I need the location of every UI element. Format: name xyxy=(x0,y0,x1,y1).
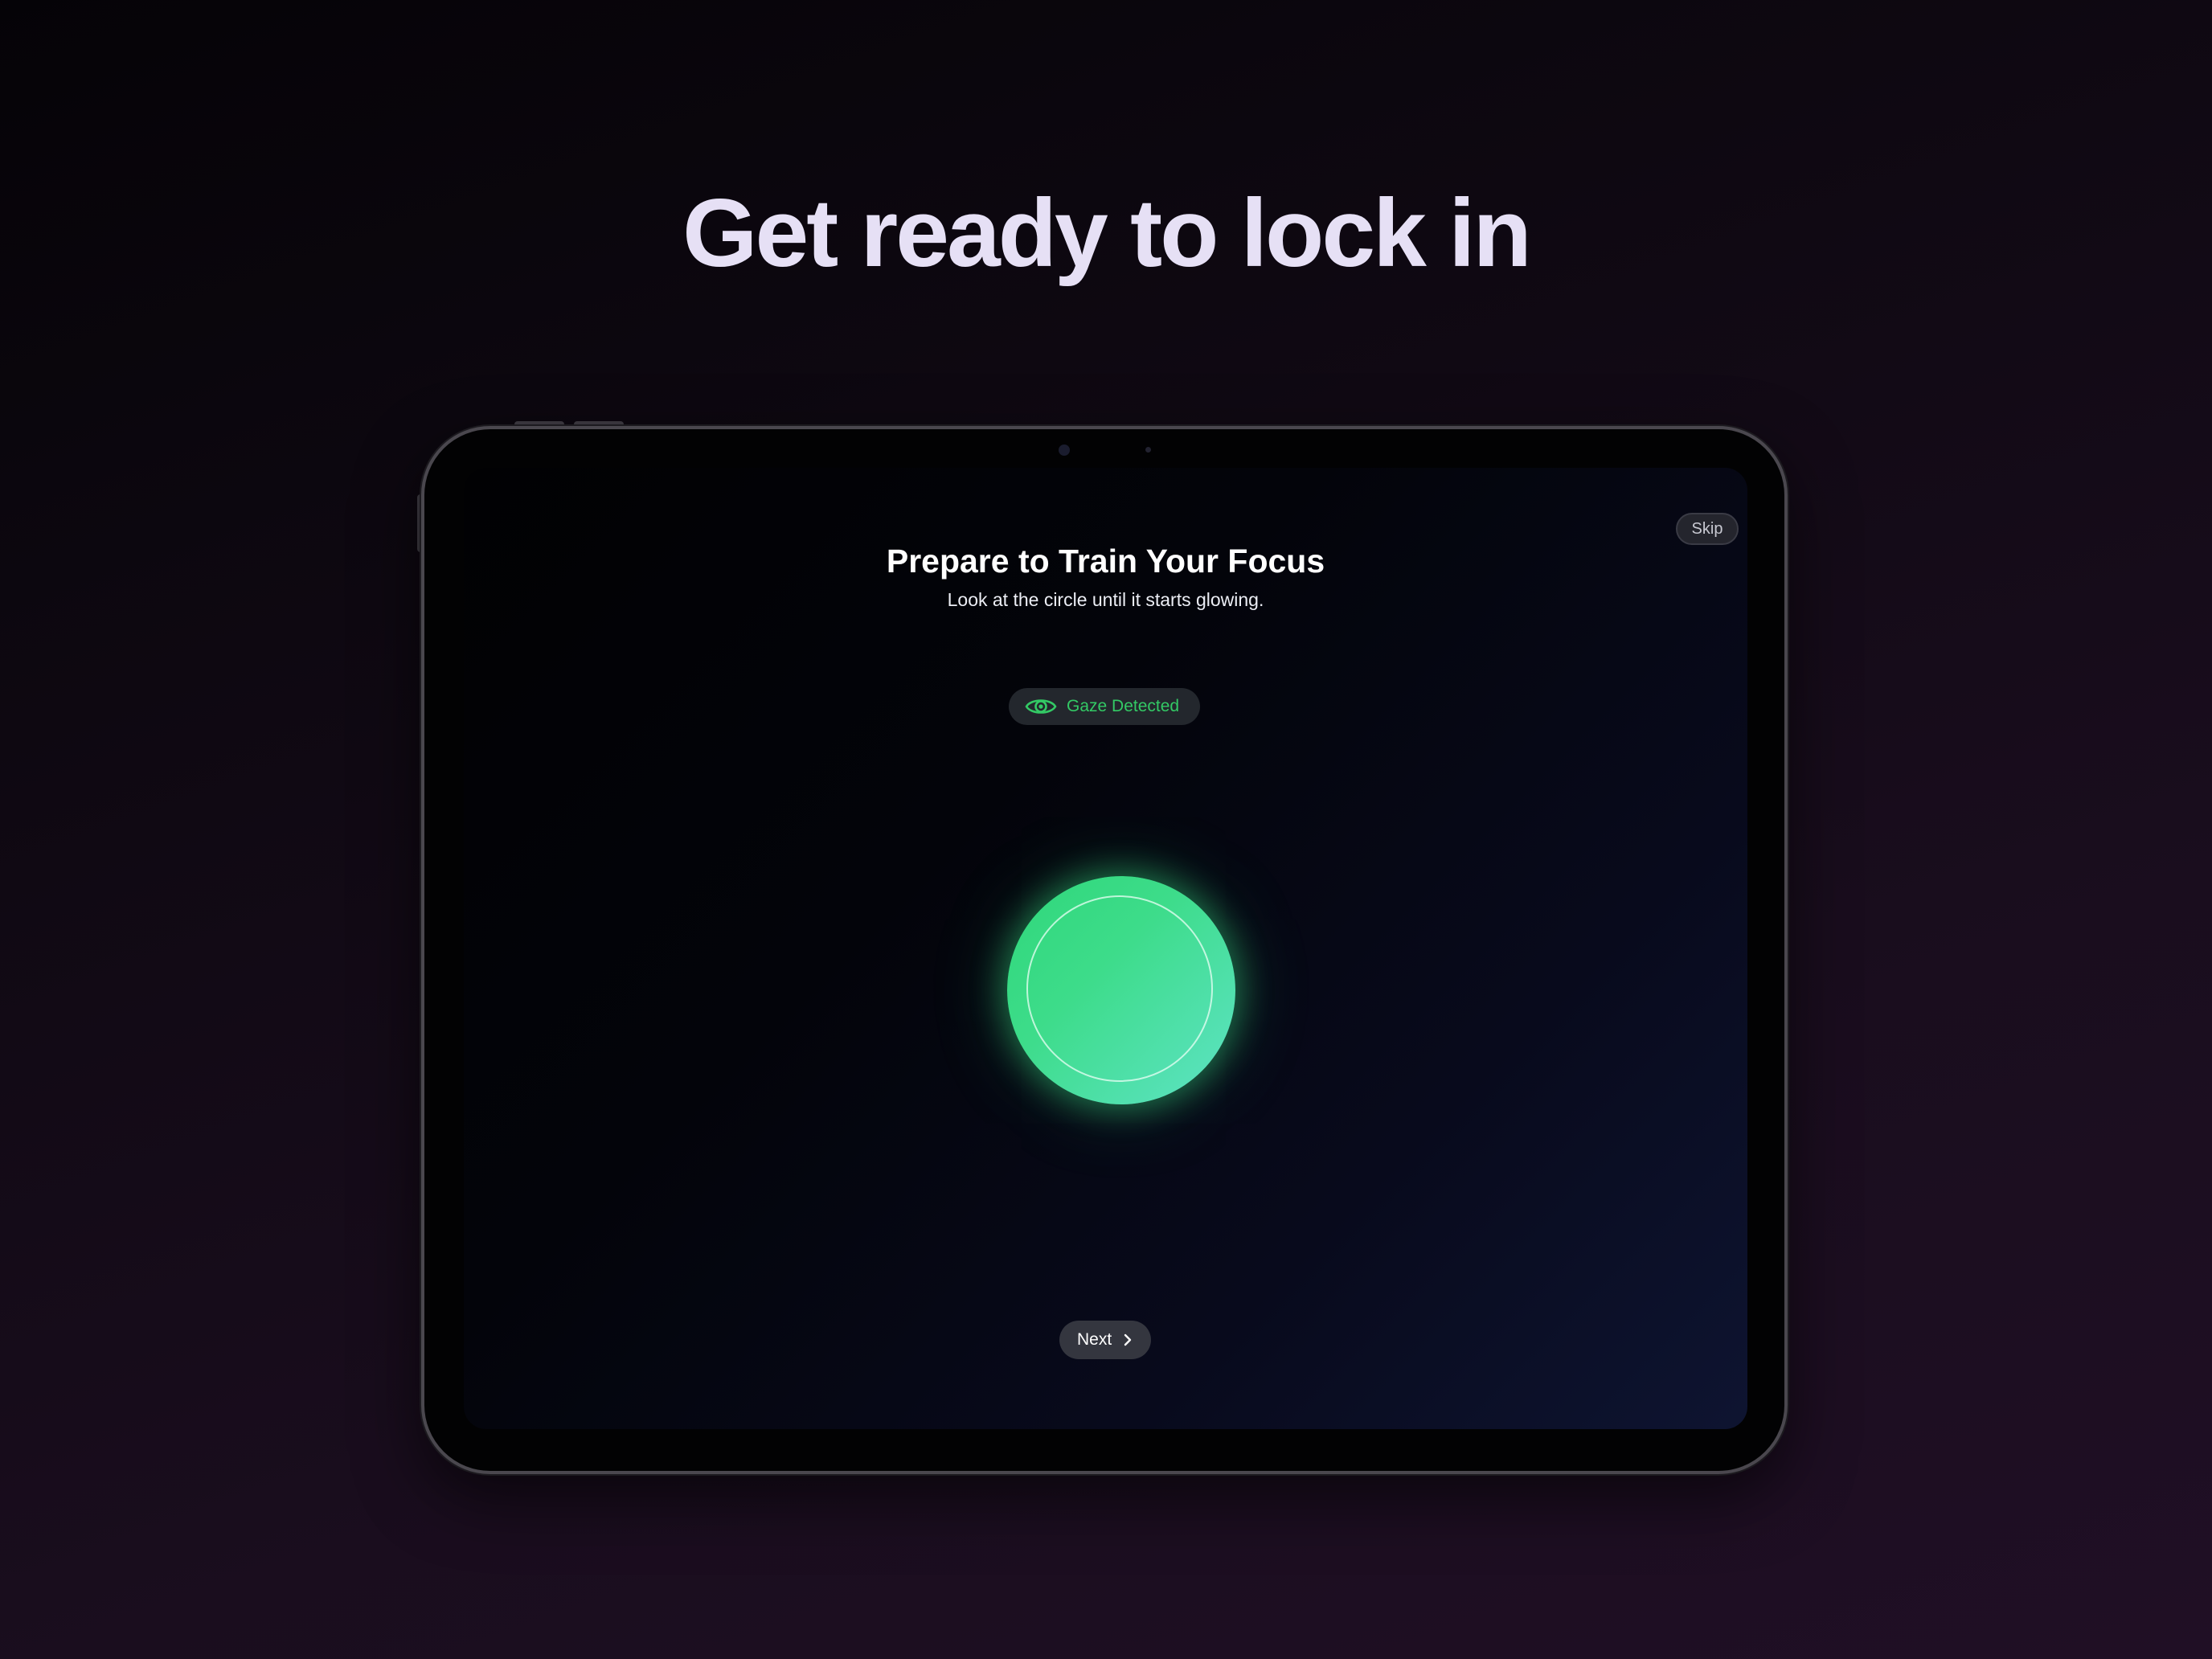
screen-subtitle: Look at the circle until it starts glowi… xyxy=(947,589,1264,610)
screen-title: Prepare to Train Your Focus xyxy=(886,543,1325,580)
tablet-screen: Skip Prepare to Train Your Focus Look at… xyxy=(464,468,1747,1429)
gaze-status-badge: Gaze Detected xyxy=(1009,688,1200,725)
marketing-headline: Get ready to lock in xyxy=(682,179,1532,287)
focus-circle xyxy=(1007,876,1235,1104)
camera-sensor-dot xyxy=(1145,447,1151,453)
gaze-status-label: Gaze Detected xyxy=(1067,697,1180,715)
eye-icon xyxy=(1025,699,1057,714)
next-button[interactable]: Next xyxy=(1059,1321,1151,1359)
next-button-label: Next xyxy=(1077,1330,1112,1349)
chevron-right-icon xyxy=(1124,1333,1132,1346)
focus-circle-inner-ring xyxy=(1026,895,1213,1082)
front-camera-icon xyxy=(1059,444,1070,456)
